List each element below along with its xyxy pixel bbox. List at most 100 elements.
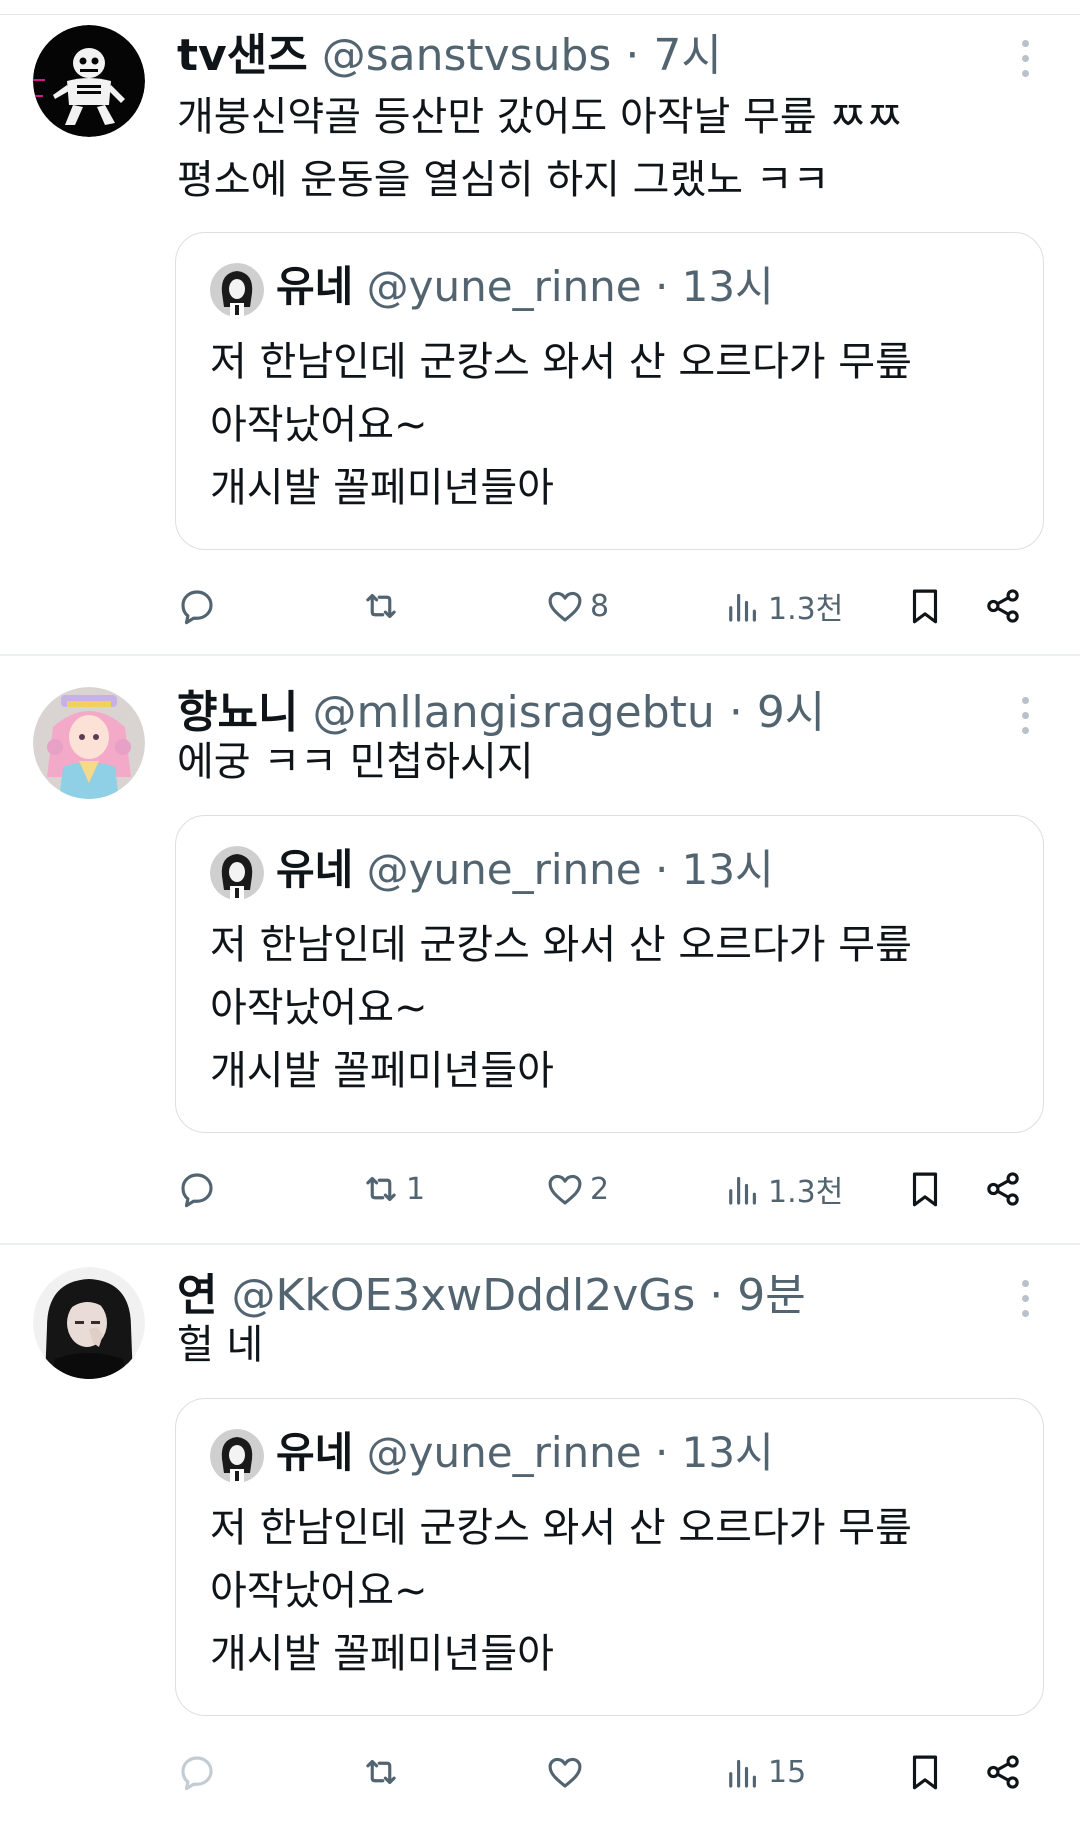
avatar[interactable] [33, 1267, 145, 1379]
speech-bubble-icon [176, 585, 218, 627]
tweet-text-line: 헐 네 [177, 1322, 264, 1368]
share-button[interactable] [982, 1159, 1024, 1219]
timestamp[interactable]: 9분 [737, 1270, 805, 1321]
like-button[interactable]: 8 [544, 576, 609, 636]
reply-button[interactable] [176, 576, 218, 636]
quoted-text-line: 저 한남인데 군캉스 와서 산 오르다가 무릎 [210, 922, 912, 968]
quoted-tweet[interactable]: 유네 @yune_rinne · 13시 저 한남인데 군캉스 와서 산 오르다… [175, 1398, 1044, 1716]
quoted-handle: @yune_rinne [366, 845, 642, 894]
more-options-icon[interactable] [1010, 697, 1040, 747]
quoted-text-line: 개시발 꼴페미년들아 [210, 1048, 554, 1094]
retweet-button[interactable]: 1 [360, 1159, 425, 1219]
display-name[interactable]: tv샌즈 [177, 30, 308, 81]
bar-chart-icon [722, 585, 764, 627]
bookmark-icon [904, 1168, 946, 1210]
bookmark-button[interactable] [904, 1742, 946, 1802]
share-icon [982, 1751, 1024, 1793]
tweet-text-line: 에궁 ㅋㅋ 민첩하시지 [177, 739, 534, 785]
quoted-text-line: 아작났어요~ [210, 402, 428, 448]
quoted-avatar [210, 263, 264, 317]
views-button[interactable]: 1.3천 [722, 576, 843, 636]
retweet-arrows-icon [360, 1168, 402, 1210]
tweet[interactable]: 연 @KkOE3xwDddl2vGs · 9분 헐 네 유네 @yune_rin… [0, 1240, 1080, 1822]
quoted-text-line: 아작났어요~ [210, 1568, 428, 1614]
bookmark-icon [904, 1751, 946, 1793]
retweet-button[interactable] [360, 576, 406, 636]
tweet-header: tv샌즈 @sanstvsubs · 7시 [177, 26, 722, 86]
quoted-text-line: 개시발 꼴페미년들아 [210, 1631, 554, 1677]
action-bar: 1 2 1.3천 [0, 1159, 1080, 1219]
quoted-text-line: 저 한남인데 군캉스 와서 산 오르다가 무릎 [210, 1505, 912, 1551]
bookmark-button[interactable] [904, 576, 946, 636]
share-icon [982, 585, 1024, 627]
share-button[interactable] [982, 576, 1024, 636]
quoted-timestamp: 13시 [681, 845, 774, 894]
separator-dot: · [728, 687, 743, 738]
quoted-header: 유네 @yune_rinne · 13시 [276, 1423, 774, 1483]
bookmark-icon [904, 585, 946, 627]
more-options-icon[interactable] [1010, 1280, 1040, 1330]
tweet-text-line: 평소에 운동을 열심히 하지 그랬노 ㅋㅋ [177, 157, 830, 203]
quoted-handle: @yune_rinne [366, 1428, 642, 1477]
speech-bubble-icon [176, 1168, 218, 1210]
views-button[interactable]: 1.3천 [722, 1159, 843, 1219]
separator-dot: · [654, 262, 669, 311]
retweet-count: 1 [406, 1171, 426, 1207]
tweet[interactable]: 향뇨니 @mllangisragebtu · 9시 에궁 ㅋㅋ 민첩하시지 유네… [0, 657, 1080, 1245]
quoted-timestamp: 13시 [681, 262, 774, 311]
quoted-text-line: 저 한남인데 군캉스 와서 산 오르다가 무릎 [210, 339, 912, 385]
tweet-text: 헐 네 [177, 1314, 263, 1377]
tweet-feed: tv샌즈 @sanstvsubs · 7시 개붕신약골 등산만 갔어도 아작날 … [0, 0, 1080, 1824]
user-handle[interactable]: @KkOE3xwDddl2vGs [231, 1270, 695, 1321]
share-icon [982, 1168, 1024, 1210]
reply-button[interactable] [176, 1159, 218, 1219]
retweet-arrows-icon [360, 585, 402, 627]
tweet-header: 연 @KkOE3xwDddl2vGs · 9분 [177, 1266, 806, 1326]
speech-bubble-icon [176, 1751, 218, 1793]
bookmark-button[interactable] [904, 1159, 946, 1219]
more-options-icon[interactable] [1010, 40, 1040, 90]
retweet-arrows-icon [360, 1751, 402, 1793]
retweet-button[interactable] [360, 1742, 406, 1802]
share-button[interactable] [982, 1742, 1024, 1802]
quoted-header: 유네 @yune_rinne · 13시 [276, 840, 774, 900]
tweet[interactable]: tv샌즈 @sanstvsubs · 7시 개붕신약골 등산만 갔어도 아작날 … [0, 0, 1080, 656]
reply-button[interactable] [176, 1742, 218, 1802]
quoted-handle: @yune_rinne [366, 262, 642, 311]
quoted-tweet[interactable]: 유네 @yune_rinne · 13시 저 한남인데 군캉스 와서 산 오르다… [175, 232, 1044, 550]
heart-icon [544, 1168, 586, 1210]
quoted-display-name: 유네 [276, 845, 354, 894]
timestamp[interactable]: 7시 [653, 30, 721, 81]
separator-dot: · [709, 1270, 724, 1321]
separator-dot: · [654, 845, 669, 894]
bar-chart-icon [722, 1751, 764, 1793]
quoted-header: 유네 @yune_rinne · 13시 [276, 257, 774, 317]
quoted-avatar [210, 846, 264, 900]
avatar[interactable] [33, 25, 145, 137]
quoted-tweet[interactable]: 유네 @yune_rinne · 13시 저 한남인데 군캉스 와서 산 오르다… [175, 815, 1044, 1133]
like-count: 8 [590, 588, 610, 624]
separator-dot: · [625, 30, 640, 81]
bar-chart-icon [722, 1168, 764, 1210]
quoted-avatar [210, 1429, 264, 1483]
quoted-timestamp: 13시 [681, 1428, 774, 1477]
quoted-text-line: 개시발 꼴페미년들아 [210, 465, 554, 511]
user-handle[interactable]: @sanstvsubs [322, 30, 612, 81]
quoted-text-line: 아작났어요~ [210, 985, 428, 1031]
quoted-display-name: 유네 [276, 262, 354, 311]
like-button[interactable]: 2 [544, 1159, 609, 1219]
tweet-text: 에궁 ㅋㅋ 민첩하시지 [177, 731, 534, 794]
avatar[interactable] [33, 687, 145, 799]
view-count: 15 [768, 1754, 807, 1790]
views-button[interactable]: 15 [722, 1742, 806, 1802]
heart-icon [544, 585, 586, 627]
tweet-text: 개붕신약골 등산만 갔어도 아작날 무릎 ㅉㅉ 평소에 운동을 열심히 하지 그… [177, 86, 903, 212]
action-bar: 8 1.3천 [0, 576, 1080, 636]
separator-dot: · [654, 1428, 669, 1477]
timestamp[interactable]: 9시 [757, 687, 825, 738]
quoted-text: 저 한남인데 군캉스 와서 산 오르다가 무릎 아작났어요~ 개시발 꼴페미년들… [210, 1497, 912, 1686]
like-button[interactable] [544, 1742, 590, 1802]
heart-icon [544, 1751, 586, 1793]
quoted-text: 저 한남인데 군캉스 와서 산 오르다가 무릎 아작났어요~ 개시발 꼴페미년들… [210, 914, 912, 1103]
tweet-text-line: 개붕신약골 등산만 갔어도 아작날 무릎 ㅉㅉ [177, 94, 903, 140]
